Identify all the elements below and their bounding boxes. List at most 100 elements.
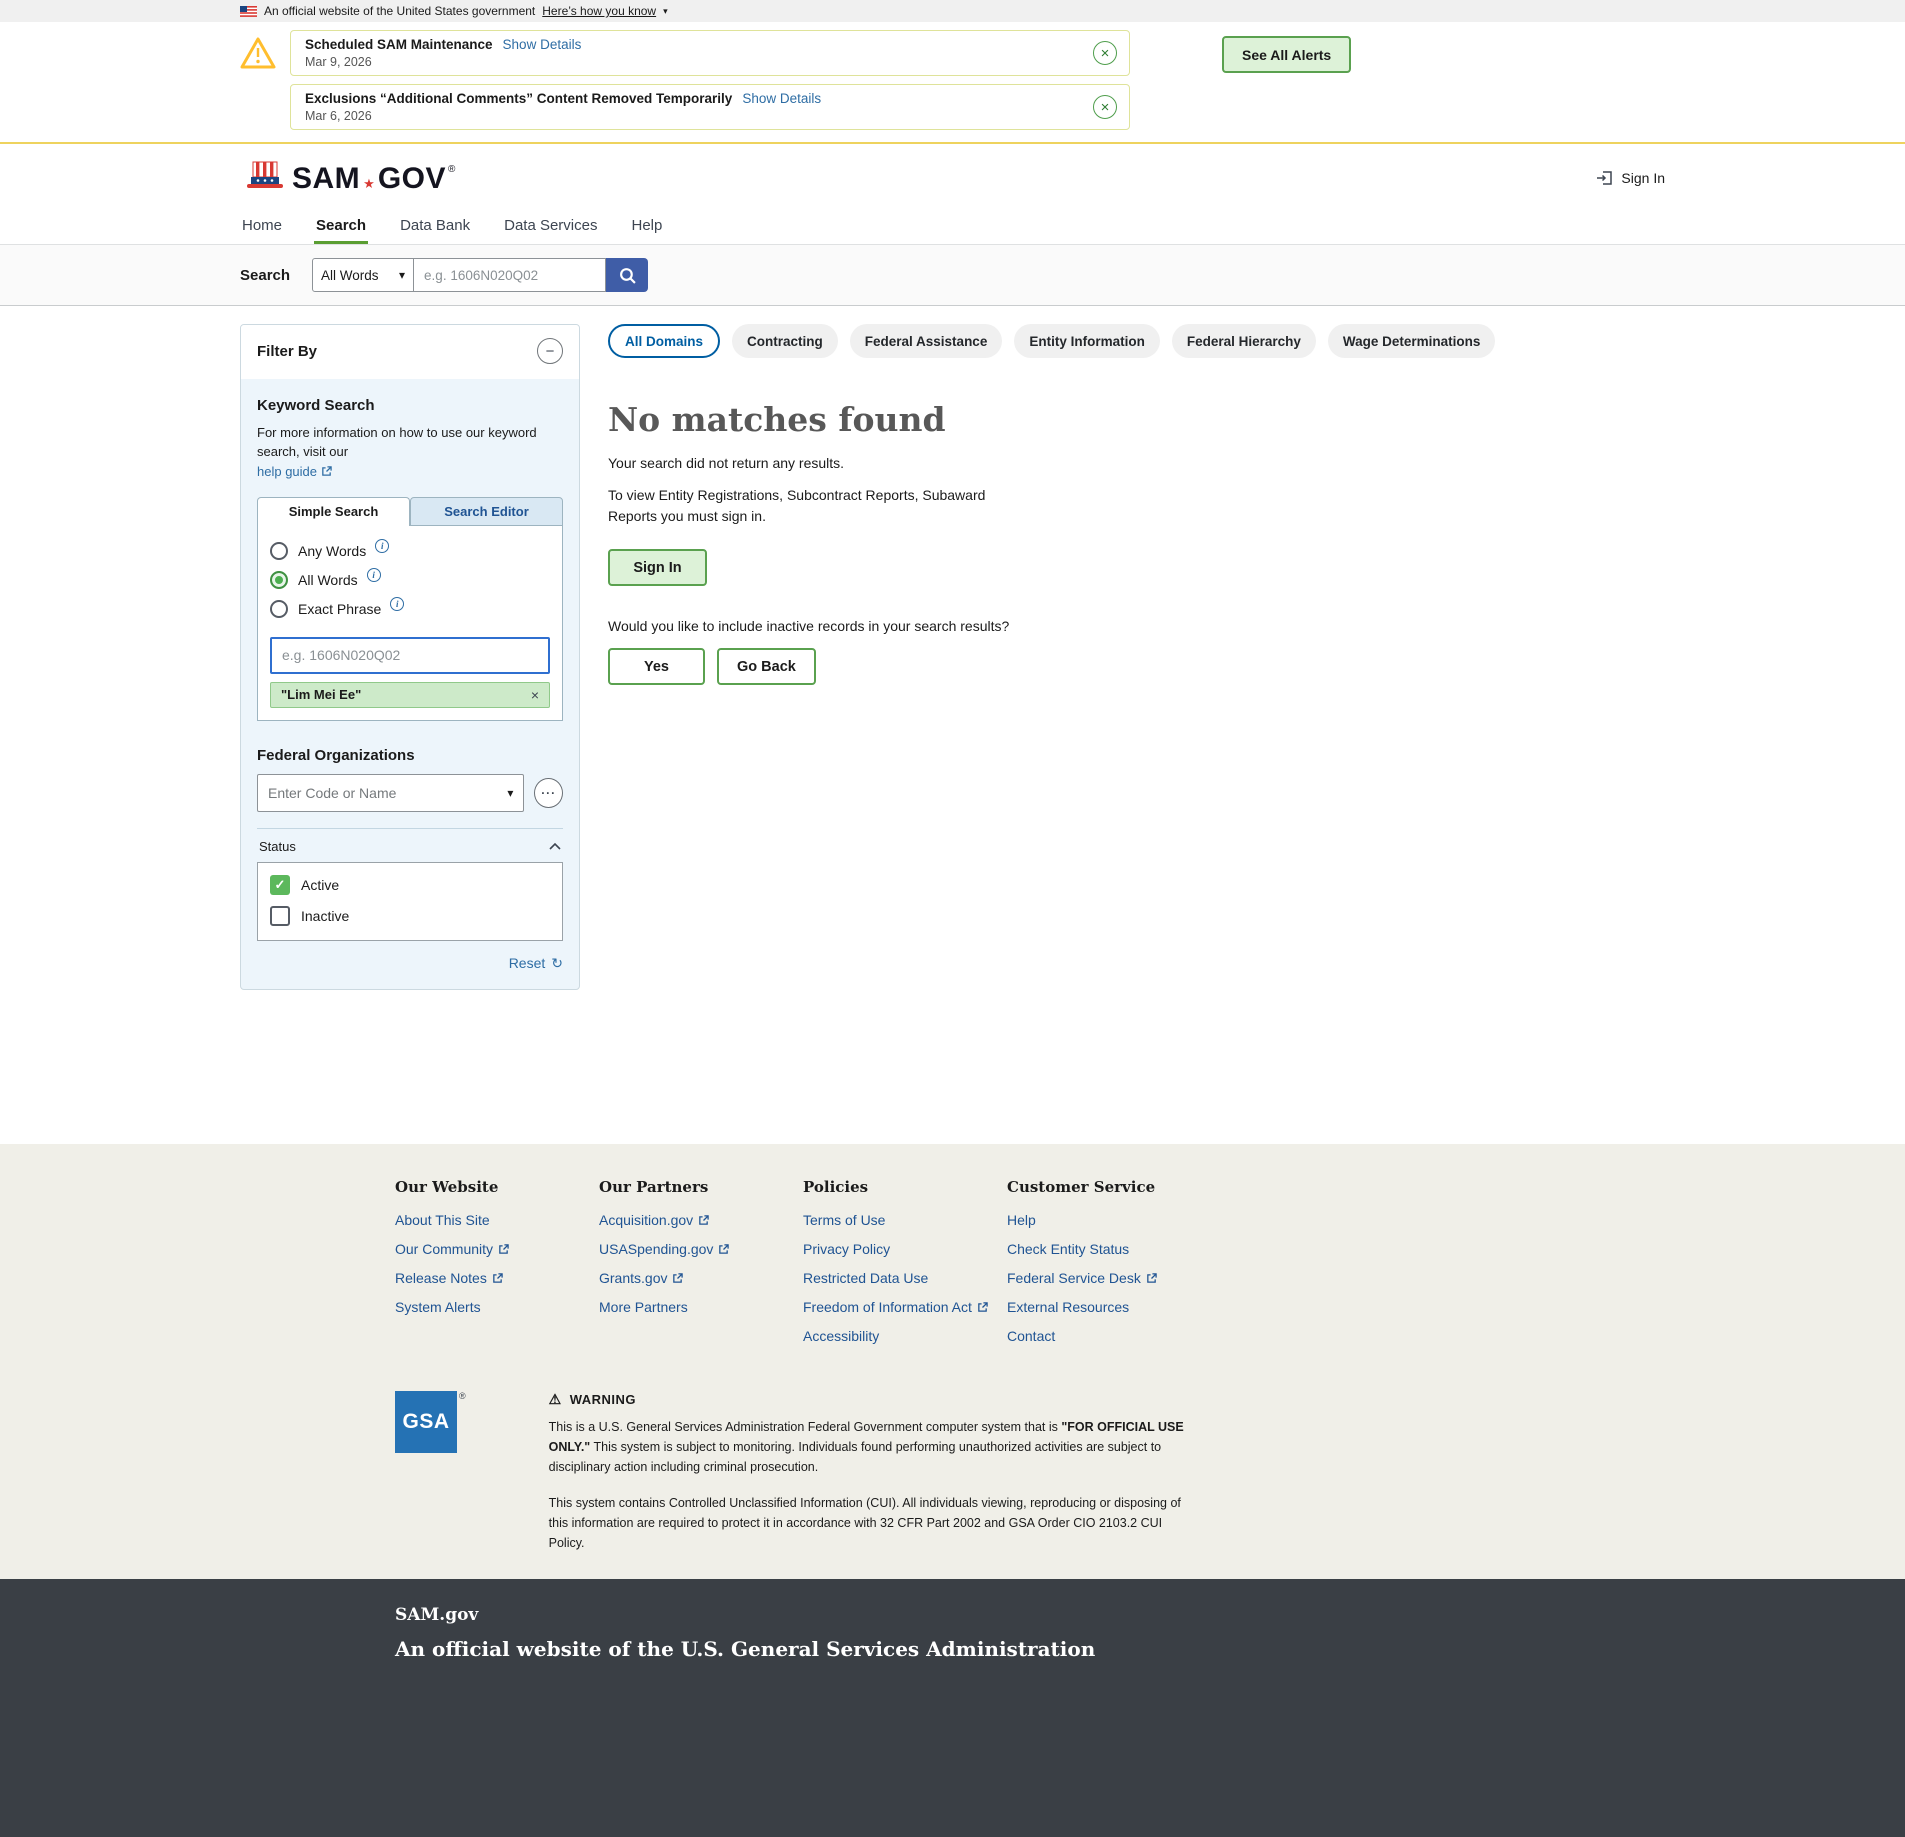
pill-wage-determinations[interactable]: Wage Determinations	[1328, 324, 1496, 358]
gsa-logo: GSA ®	[395, 1391, 466, 1553]
footer-link-grants-gov[interactable]: Grants.gov	[599, 1270, 803, 1286]
close-alert-button[interactable]: ×	[1093, 95, 1117, 119]
footer-link-external-resources[interactable]: External Resources	[1007, 1299, 1211, 1315]
checkbox-checked[interactable]: ✓	[270, 875, 290, 895]
radio-button-selected[interactable]	[270, 571, 288, 589]
footer-link-privacy-policy[interactable]: Privacy Policy	[803, 1241, 1007, 1257]
footer-link-about-this-site[interactable]: About This Site	[395, 1212, 599, 1228]
check-icon: ✓	[275, 877, 286, 893]
pill-contracting[interactable]: Contracting	[732, 324, 838, 358]
footer-link-check-entity-status[interactable]: Check Entity Status	[1007, 1241, 1211, 1257]
sign-in-button[interactable]: Sign In	[608, 549, 707, 586]
help-guide-link[interactable]: help guide	[257, 464, 332, 479]
chevron-down-icon: ▾	[507, 786, 513, 800]
checkbox-unchecked[interactable]	[270, 906, 290, 926]
keyword-search-description: For more information on how to use our k…	[257, 424, 563, 462]
keyword-input[interactable]	[270, 637, 550, 674]
status-header[interactable]: Status	[257, 837, 563, 862]
reset-icon: ↻	[551, 955, 563, 971]
nav-item-home[interactable]: Home	[240, 208, 284, 244]
federal-organizations-select[interactable]: Enter Code or Name ▾	[257, 774, 524, 812]
identifier-footer: SAM.gov An official website of the U.S. …	[0, 1579, 1905, 1837]
nav-item-help[interactable]: Help	[629, 208, 664, 244]
radio-button[interactable]	[270, 542, 288, 560]
footer-link-acquisition-gov[interactable]: Acquisition.gov	[599, 1212, 803, 1228]
site-footer: Our Website About This Site Our Communit…	[0, 1144, 1905, 1579]
reset-filters-link[interactable]: Reset↻	[509, 955, 563, 971]
footer-link-terms-of-use[interactable]: Terms of Use	[803, 1212, 1007, 1228]
status-options: ✓ Active Inactive	[257, 862, 563, 941]
footer-link-foia[interactable]: Freedom of Information Act	[803, 1299, 1007, 1315]
sign-in-link[interactable]: Sign In	[1596, 169, 1665, 187]
chevron-down-icon: ▾	[399, 268, 405, 282]
footer-official-site-text: An official website of the U.S. General …	[395, 1637, 1665, 1661]
footer-link-usaspending-gov[interactable]: USASpending.gov	[599, 1241, 803, 1257]
gsa-logo-text: GSA	[395, 1391, 457, 1453]
external-link-icon	[321, 466, 332, 477]
footer-link-restricted-data-use[interactable]: Restricted Data Use	[803, 1270, 1007, 1286]
sam-gov-logo[interactable]: SAM ★ GOV ®	[240, 160, 455, 196]
warning-label: WARNING	[570, 1392, 636, 1407]
footer-link-label: Help	[1007, 1212, 1036, 1228]
footer-link-label: System Alerts	[395, 1299, 481, 1315]
footer-col-policies: Policies Terms of Use Privacy Policy Res…	[803, 1178, 1007, 1357]
banner-how-you-know-link[interactable]: Here’s how you know	[542, 4, 656, 18]
nav-item-data-bank[interactable]: Data Bank	[398, 208, 472, 244]
footer-link-our-community[interactable]: Our Community	[395, 1241, 599, 1257]
footer-link-release-notes[interactable]: Release Notes	[395, 1270, 599, 1286]
footer-link-contact[interactable]: Contact	[1007, 1328, 1211, 1344]
nav-item-search[interactable]: Search	[314, 208, 368, 244]
footer-link-more-partners[interactable]: More Partners	[599, 1299, 803, 1315]
footer-link-federal-service-desk[interactable]: Federal Service Desk	[1007, 1270, 1211, 1286]
radio-all-words[interactable]: All Words i	[270, 571, 550, 589]
tab-simple-search[interactable]: Simple Search	[257, 497, 410, 526]
results-area: All Domains Contracting Federal Assistan…	[608, 324, 1665, 685]
footer-col-customer-service: Customer Service Help Check Entity Statu…	[1007, 1178, 1211, 1357]
radio-button[interactable]	[270, 600, 288, 618]
footer-link-label: Restricted Data Use	[803, 1270, 928, 1286]
close-alert-button[interactable]: ×	[1093, 41, 1117, 65]
simple-search-panel: Any Words i All Words i Exact Phrase i	[257, 526, 563, 721]
info-icon[interactable]: i	[367, 568, 381, 582]
radio-exact-phrase[interactable]: Exact Phrase i	[270, 600, 550, 618]
footer-link-system-alerts[interactable]: System Alerts	[395, 1299, 599, 1315]
status-active-option[interactable]: ✓ Active	[270, 875, 550, 895]
main-content: Filter By − Keyword Search For more info…	[0, 306, 1905, 1144]
remove-keyword-button[interactable]: ×	[531, 687, 539, 703]
nav-item-data-services[interactable]: Data Services	[502, 208, 599, 244]
close-icon: ×	[1101, 46, 1110, 61]
footer-link-help[interactable]: Help	[1007, 1212, 1211, 1228]
go-back-button[interactable]: Go Back	[717, 648, 816, 685]
domain-filter-pills: All Domains Contracting Federal Assistan…	[608, 324, 1665, 358]
search-submit-button[interactable]	[606, 258, 648, 292]
external-link-icon	[1146, 1273, 1157, 1284]
search-type-select[interactable]: All Words ▾	[312, 258, 414, 292]
footer-link-label: More Partners	[599, 1299, 688, 1315]
status-inactive-option[interactable]: Inactive	[270, 906, 550, 926]
alert-title: Exclusions “Additional Comments” Content…	[305, 91, 732, 106]
pill-federal-assistance[interactable]: Federal Assistance	[850, 324, 1003, 358]
keyword-chip-label: "Lim Mei Ee"	[281, 687, 361, 702]
pill-entity-information[interactable]: Entity Information	[1014, 324, 1160, 358]
yes-button[interactable]: Yes	[608, 648, 705, 685]
search-input[interactable]	[414, 258, 606, 292]
search-type-value: All Words	[321, 268, 379, 283]
info-icon[interactable]: i	[375, 539, 389, 553]
show-details-link[interactable]: Show Details	[742, 91, 821, 106]
external-link-icon	[977, 1302, 988, 1313]
federal-organizations-more-button[interactable]: ···	[534, 778, 563, 808]
see-all-alerts-button[interactable]: See All Alerts	[1222, 36, 1351, 73]
status-title: Status	[259, 839, 296, 854]
sign-in-icon	[1596, 169, 1614, 187]
pill-federal-hierarchy[interactable]: Federal Hierarchy	[1172, 324, 1316, 358]
info-icon[interactable]: i	[390, 597, 404, 611]
banner-text: An official website of the United States…	[264, 4, 535, 18]
tab-search-editor[interactable]: Search Editor	[410, 497, 563, 526]
pill-all-domains[interactable]: All Domains	[608, 324, 720, 358]
radio-any-words[interactable]: Any Words i	[270, 542, 550, 560]
alert-row: Exclusions “Additional Comments” Content…	[240, 84, 1130, 130]
footer-link-accessibility[interactable]: Accessibility	[803, 1328, 1007, 1344]
radio-label: Any Words	[298, 543, 366, 559]
collapse-filters-button[interactable]: −	[537, 338, 563, 364]
show-details-link[interactable]: Show Details	[503, 37, 582, 52]
